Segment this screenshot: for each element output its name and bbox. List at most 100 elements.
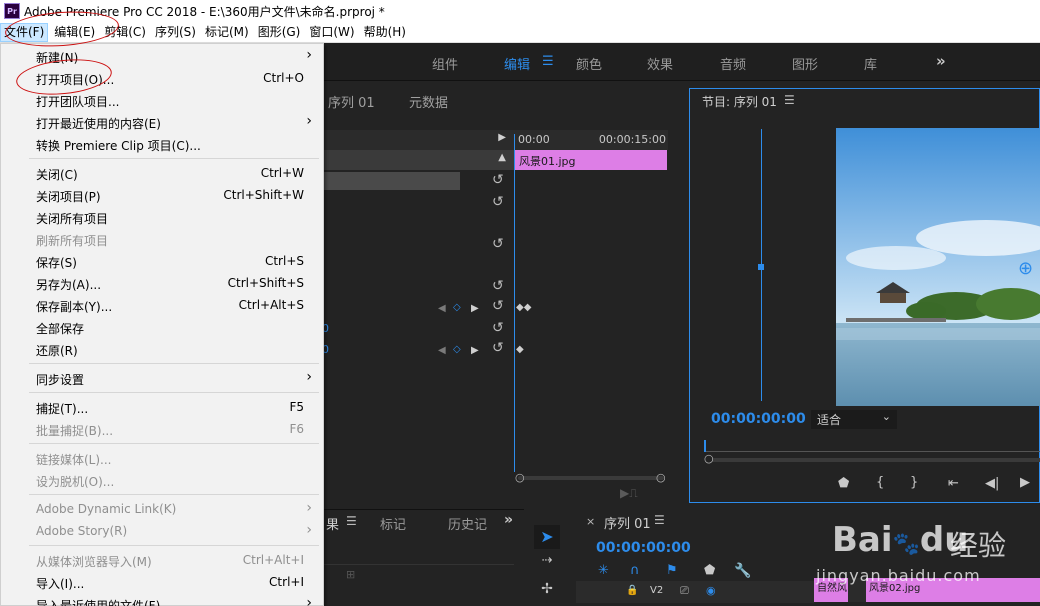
program-preview-image <box>836 128 1040 406</box>
reset-icon[interactable]: ↺ <box>492 236 504 252</box>
wrench-icon[interactable]: 🔧 <box>734 563 751 579</box>
reset-icon[interactable]: ↺ <box>492 172 504 188</box>
menu-window[interactable]: 窗口(W) <box>306 23 357 42</box>
menu-item-open-project[interactable]: 打开项目(O)... Ctrl+O <box>2 67 322 89</box>
reset-icon[interactable]: ↺ <box>492 340 504 356</box>
menu-item-sync-settings[interactable]: 同步设置 › <box>2 367 322 389</box>
program-timecode[interactable]: 00:00:00:00 <box>711 411 806 427</box>
timeline-timecode[interactable]: 00:00:00:00 <box>596 540 691 556</box>
menu-item-close-all-projects[interactable]: 关闭所有项目 <box>2 206 322 228</box>
reset-icon[interactable]: ↺ <box>492 278 504 294</box>
snap-icon[interactable]: ✳ <box>598 563 609 578</box>
next-keyframe-icon[interactable]: ▶ <box>471 345 479 356</box>
toggle-track-output-icon[interactable]: ◉ <box>706 584 716 597</box>
ripple-edit-tool-icon[interactable]: ✢ <box>534 581 560 603</box>
track-label: V2 <box>650 585 664 596</box>
scroll-handle-right-icon[interactable]: ○ <box>656 471 666 484</box>
go-to-in-icon[interactable]: ⇤ <box>948 476 959 491</box>
prev-keyframe-icon[interactable]: ◀ <box>438 303 446 314</box>
tab-history[interactable]: 历史记 <box>448 514 487 533</box>
add-marker-icon[interactable]: ⬟ <box>838 476 849 491</box>
menu-help[interactable]: 帮助(H) <box>361 23 409 42</box>
collapse-triangle-icon[interactable]: ▲ <box>498 152 506 163</box>
reset-icon[interactable]: ↺ <box>492 320 504 336</box>
anchor-handle[interactable] <box>758 264 764 270</box>
workspace-tab-audio[interactable]: 音频 <box>720 54 746 73</box>
play-triangle-icon[interactable]: ▶ <box>498 132 506 143</box>
tab-project-results[interactable]: 果 <box>326 514 339 533</box>
reset-icon[interactable]: ↺ <box>492 298 504 314</box>
scroll-handle-left-icon[interactable]: ○ <box>515 471 525 484</box>
reset-icon[interactable]: ↺ <box>492 194 504 210</box>
menu-item-open-recent[interactable]: 打开最近使用的内容(E) › <box>2 111 322 133</box>
menu-graphics[interactable]: 图形(G) <box>255 23 304 42</box>
panel-menu-icon[interactable]: ☰ <box>654 513 665 527</box>
menu-item-save-all[interactable]: 全部保存 <box>2 316 322 338</box>
sync-lock-icon[interactable]: ⎚ <box>680 584 689 598</box>
workspace-tab-effects[interactable]: 效果 <box>647 54 673 73</box>
next-keyframe-icon[interactable]: ▶ <box>471 303 479 314</box>
prev-keyframe-icon[interactable]: ◀ <box>438 345 446 356</box>
menu-item-close[interactable]: 关闭(C) Ctrl+W <box>2 162 322 184</box>
tab-metadata[interactable]: 元数据 <box>409 92 448 111</box>
menu-item-revert[interactable]: 还原(R) <box>2 338 322 360</box>
program-time-ruler[interactable] <box>704 440 1040 452</box>
effect-clip-bar[interactable]: 风景01.jpg <box>515 150 667 170</box>
close-icon[interactable]: × <box>586 515 595 528</box>
timeline-marker-icon[interactable]: ⬟ <box>704 563 715 578</box>
menu-item-import[interactable]: 导入(I)... Ctrl+I <box>2 571 322 593</box>
menu-item-close-project[interactable]: 关闭项目(P) Ctrl+Shift+W <box>2 184 322 206</box>
add-edit-icon[interactable]: ⚑ <box>666 563 678 578</box>
menu-item-save-copy[interactable]: 保存副本(Y)... Ctrl+Alt+S <box>2 294 322 316</box>
panel-menu-icon[interactable]: ☰ <box>346 514 357 528</box>
menu-separator <box>29 545 319 546</box>
selection-tool-icon[interactable]: ➤ <box>534 525 560 549</box>
program-zoom-scrollbar[interactable] <box>712 458 1040 462</box>
menu-item-save[interactable]: 保存(S) Ctrl+S <box>2 250 322 272</box>
workspace-tab-editing[interactable]: 编辑 <box>504 54 530 73</box>
mark-in-icon[interactable]: { <box>876 475 884 490</box>
menu-clip[interactable]: 剪辑(C) <box>101 23 149 42</box>
menu-item-import-recent-file[interactable]: 导入最近使用的文件(F) › <box>2 593 322 606</box>
program-playhead[interactable] <box>704 440 706 452</box>
crosshair-icon[interactable]: ⊕ <box>1018 258 1033 279</box>
add-keyframe-icon[interactable]: ◇ <box>453 344 461 355</box>
step-back-icon[interactable]: ◀| <box>985 476 999 491</box>
scroll-handle-left-icon[interactable]: ○ <box>704 452 714 465</box>
workspace-tab-libraries[interactable]: 库 <box>864 54 877 73</box>
bin-icon: ⊞ <box>346 568 356 581</box>
workspace-menu-icon[interactable]: ☰ <box>542 54 554 69</box>
panel-more-icon[interactable]: » <box>504 512 513 528</box>
playhead-line[interactable] <box>514 134 515 472</box>
menu-item-capture[interactable]: 捕捉(T)... F5 <box>2 396 322 418</box>
menu-item-new[interactable]: 新建(N) › <box>2 45 322 67</box>
workspace-tab-graphics[interactable]: 图形 <box>792 54 818 73</box>
chevron-right-icon: › <box>306 500 312 516</box>
workspace-more-icon[interactable]: » <box>936 52 946 70</box>
fit-dropdown[interactable]: 适合 ⌄ <box>811 410 897 429</box>
workspace-tab-assembly[interactable]: 组件 <box>432 54 458 73</box>
effect-time-ruler[interactable]: 00:00 00:00:15:00 <box>514 130 668 150</box>
effect-zoom-scrollbar[interactable] <box>518 476 664 480</box>
mark-out-icon[interactable]: } <box>910 475 918 490</box>
panel-menu-icon[interactable]: ☰ <box>784 93 795 107</box>
track-select-tool-icon[interactable]: ⇢ <box>534 553 560 575</box>
menu-sequence[interactable]: 序列(S) <box>152 23 199 42</box>
menu-separator <box>29 158 319 159</box>
lock-icon[interactable]: 🔒 <box>626 585 638 596</box>
export-frame-icon[interactable]: ▶⎍ <box>620 486 638 501</box>
timeline-tab-title[interactable]: 序列 01 <box>604 513 651 532</box>
menu-file[interactable]: 文件(F) <box>0 22 49 42</box>
menu-item-open-team-project[interactable]: 打开团队项目... <box>2 89 322 111</box>
menu-edit[interactable]: 编辑(E) <box>51 23 98 42</box>
menu-item-save-as[interactable]: 另存为(A)... Ctrl+Shift+S <box>2 272 322 294</box>
tab-sequence-01[interactable]: 序列 01 <box>328 92 375 111</box>
tab-markers[interactable]: 标记 <box>380 514 406 533</box>
menu-separator <box>29 363 319 364</box>
play-icon[interactable]: ▶ <box>1020 475 1030 490</box>
workspace-tab-color[interactable]: 颜色 <box>576 54 602 73</box>
menu-marker[interactable]: 标记(M) <box>202 23 252 42</box>
menu-item-convert-clip-project[interactable]: 转换 Premiere Clip 项目(C)... <box>2 133 322 155</box>
add-keyframe-icon[interactable]: ◇ <box>453 302 461 313</box>
linked-selection-icon[interactable]: ∩ <box>630 563 640 578</box>
